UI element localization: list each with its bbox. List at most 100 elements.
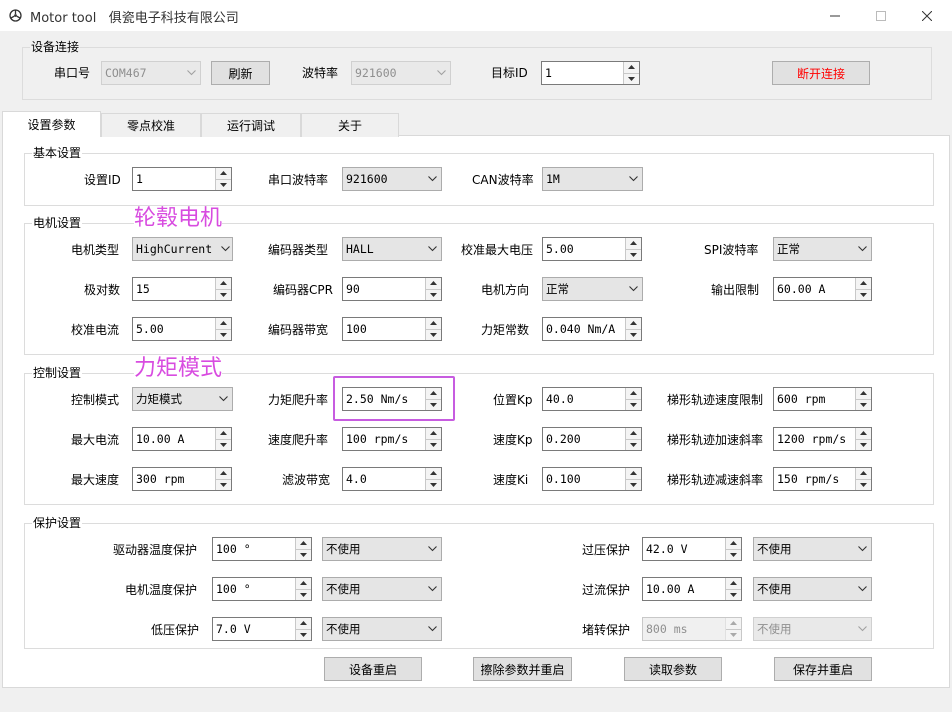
spin-down-icon[interactable] xyxy=(216,478,231,490)
spin-down-icon[interactable] xyxy=(856,288,871,300)
spin-up-icon[interactable] xyxy=(296,618,311,629)
spin-up-icon[interactable] xyxy=(216,428,231,439)
spin-up-icon[interactable] xyxy=(626,468,641,479)
spin-up-icon[interactable] xyxy=(426,468,441,479)
spin-up-icon[interactable] xyxy=(216,278,231,289)
traj-vel-limit-spinner[interactable]: 600 rpm xyxy=(773,387,872,411)
maximize-button[interactable] xyxy=(858,0,904,31)
spin-down-icon[interactable] xyxy=(426,478,441,490)
spin-up-icon[interactable] xyxy=(726,578,741,589)
spin-down-icon[interactable] xyxy=(296,588,311,600)
spin-up-icon[interactable] xyxy=(856,428,871,439)
spin-down-icon[interactable] xyxy=(216,328,231,340)
minimize-button[interactable] xyxy=(812,0,858,31)
vel-kp-spinner[interactable]: 0.200 xyxy=(542,427,642,451)
spi-baud-select[interactable]: 正常 xyxy=(773,237,872,261)
filter-bandwidth-spinner[interactable]: 4.0 xyxy=(342,467,442,491)
spin-up-icon[interactable] xyxy=(296,578,311,589)
torque-ramp-spinner[interactable]: 2.50 Nm/s xyxy=(342,387,442,411)
spin-down-icon[interactable] xyxy=(726,548,741,560)
vel-ki-spinner[interactable]: 0.100 xyxy=(542,467,642,491)
spin-down-icon[interactable] xyxy=(856,438,871,450)
spin-down-icon[interactable] xyxy=(856,398,871,410)
overcurrent-spinner[interactable]: 10.00 A xyxy=(642,577,742,601)
spin-up-icon[interactable] xyxy=(216,318,231,329)
spin-down-icon[interactable] xyxy=(216,288,231,300)
device-restart-button[interactable]: 设备重启 xyxy=(324,657,422,681)
max-current-spinner[interactable]: 10.00 A xyxy=(132,427,232,451)
encoder-type-select[interactable]: HALL xyxy=(342,237,442,261)
spin-down-icon[interactable] xyxy=(426,438,441,450)
spin-up-icon[interactable] xyxy=(726,618,741,629)
encoder-cpr-spinner[interactable]: 90 xyxy=(342,277,442,301)
traj-accel-spinner[interactable]: 1200 rpm/s xyxy=(773,427,872,451)
cal-max-voltage-spinner[interactable]: 5.00 xyxy=(542,237,642,261)
spin-down-icon[interactable] xyxy=(626,438,641,450)
encoder-bandwidth-spinner[interactable]: 100 xyxy=(342,317,442,341)
spin-down-icon[interactable] xyxy=(426,288,441,300)
spin-down-icon[interactable] xyxy=(726,628,741,640)
spin-down-icon[interactable] xyxy=(426,328,441,340)
spin-up-icon[interactable] xyxy=(426,388,441,399)
motor-type-select[interactable]: HighCurrent xyxy=(132,237,233,261)
spin-down-icon[interactable] xyxy=(856,478,871,490)
spin-down-icon[interactable] xyxy=(216,178,231,190)
spin-up-icon[interactable] xyxy=(856,468,871,479)
spin-up-icon[interactable] xyxy=(426,278,441,289)
close-button[interactable] xyxy=(904,0,950,31)
read-params-button[interactable]: 读取参数 xyxy=(624,657,722,681)
refresh-button[interactable]: 刷新 xyxy=(211,61,270,85)
motor-temp-mode-select[interactable]: 不使用 xyxy=(322,577,442,601)
erase-and-restart-button[interactable]: 擦除参数并重启 xyxy=(473,657,572,681)
port-select[interactable]: COM467 xyxy=(101,61,201,85)
spin-down-icon[interactable] xyxy=(426,398,441,410)
spin-up-icon[interactable] xyxy=(216,168,231,179)
pos-kp-spinner[interactable]: 40.0 xyxy=(542,387,642,411)
spin-up-icon[interactable] xyxy=(726,538,741,549)
motor-direction-select[interactable]: 正常 xyxy=(542,277,643,301)
spin-down-icon[interactable] xyxy=(216,438,231,450)
spin-down-icon[interactable] xyxy=(626,478,641,490)
spin-up-icon[interactable] xyxy=(426,428,441,439)
spin-up-icon[interactable] xyxy=(624,62,639,73)
driver-temp-spinner[interactable]: 100 ° xyxy=(212,537,312,561)
spin-down-icon[interactable] xyxy=(296,628,311,640)
pole-pairs-spinner[interactable]: 15 xyxy=(132,277,232,301)
spin-down-icon[interactable] xyxy=(726,588,741,600)
motor-temp-spinner[interactable]: 100 ° xyxy=(212,577,312,601)
driver-temp-mode-select[interactable]: 不使用 xyxy=(322,537,442,561)
baud-select[interactable]: 921600 xyxy=(351,61,451,85)
overcurrent-mode-select[interactable]: 不使用 xyxy=(753,577,872,601)
spin-up-icon[interactable] xyxy=(626,388,641,399)
torque-constant-spinner[interactable]: 0.040 Nm/A xyxy=(542,317,642,341)
spin-up-icon[interactable] xyxy=(626,428,641,439)
cal-current-spinner[interactable]: 5.00 xyxy=(132,317,232,341)
spin-up-icon[interactable] xyxy=(626,238,641,249)
spin-up-icon[interactable] xyxy=(296,538,311,549)
spin-down-icon[interactable] xyxy=(624,72,639,84)
undervoltage-spinner[interactable]: 7.0 V xyxy=(212,617,312,641)
spin-down-icon[interactable] xyxy=(626,398,641,410)
spin-up-icon[interactable] xyxy=(856,388,871,399)
tab-zero-calibration[interactable]: 零点校准 xyxy=(101,113,201,137)
spin-up-icon[interactable] xyxy=(426,318,441,329)
overvoltage-mode-select[interactable]: 不使用 xyxy=(753,537,872,561)
spin-up-icon[interactable] xyxy=(856,278,871,289)
tab-settings[interactable]: 设置参数 xyxy=(2,111,101,137)
max-speed-spinner[interactable]: 300 rpm xyxy=(132,467,232,491)
target-id-spinner[interactable]: 1 xyxy=(541,61,640,85)
spin-down-icon[interactable] xyxy=(626,328,641,340)
disconnect-button[interactable]: 断开连接 xyxy=(772,61,870,85)
output-limit-spinner[interactable]: 60.00 A xyxy=(773,277,872,301)
device-id-spinner[interactable]: 1 xyxy=(132,167,232,191)
can-baud-select[interactable]: 1M xyxy=(542,167,643,191)
spin-down-icon[interactable] xyxy=(626,248,641,260)
spin-down-icon[interactable] xyxy=(296,548,311,560)
spin-up-icon[interactable] xyxy=(216,468,231,479)
undervoltage-mode-select[interactable]: 不使用 xyxy=(322,617,442,641)
traj-decel-spinner[interactable]: 150 rpm/s xyxy=(773,467,872,491)
spin-up-icon[interactable] xyxy=(626,318,641,329)
overvoltage-spinner[interactable]: 42.0 V xyxy=(642,537,742,561)
vel-ramp-spinner[interactable]: 100 rpm/s xyxy=(342,427,442,451)
tab-run-debug[interactable]: 运行调试 xyxy=(201,113,301,137)
